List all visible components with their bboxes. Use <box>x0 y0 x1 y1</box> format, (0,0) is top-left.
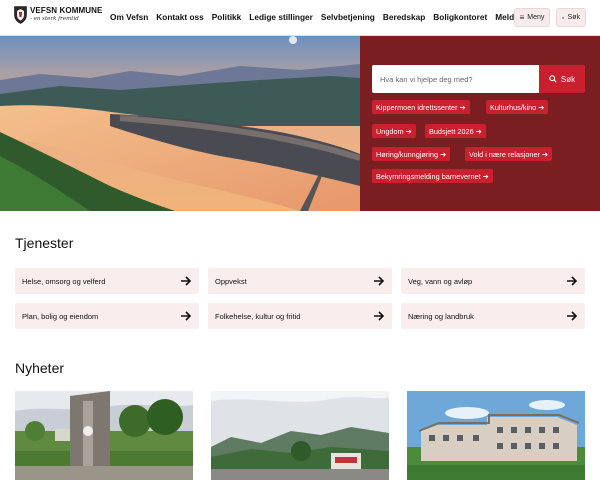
hamburger-icon: ≡ <box>519 13 525 22</box>
header-search-button[interactable]: Søk <box>556 8 586 27</box>
arrow-right-icon <box>374 311 385 321</box>
quick-link[interactable]: Høring/kunngjøring ➔ <box>372 147 451 161</box>
logo[interactable]: VEFSN KOMMUNE - en sterk fremtid <box>14 6 102 24</box>
site-header: VEFSN KOMMUNE - en sterk fremtid Om Vefs… <box>0 0 600 36</box>
nav-beredskap[interactable]: Beredskap <box>383 12 425 22</box>
services-title: Tjenester <box>15 235 74 251</box>
service-card[interactable]: Plan, bolig og eiendom <box>15 303 199 329</box>
quick-link[interactable]: Kulturhus/kino ➔ <box>486 100 549 114</box>
arrow-right-icon <box>181 311 192 321</box>
quick-link[interactable]: Bekymringsmelding barnevernet ➔ <box>372 169 493 183</box>
hero-search-input[interactable]: Hva kan vi hjelpe deg med? <box>372 65 540 93</box>
search-icon <box>549 75 557 83</box>
arrow-right-icon <box>567 311 578 321</box>
news-title: Nyheter <box>15 360 65 376</box>
nav-politikk[interactable]: Politikk <box>212 12 242 22</box>
nav-boligkontoret[interactable]: Boligkontoret <box>433 12 487 22</box>
hero: Hva kan vi hjelpe deg med? Søk Kippermoe… <box>0 36 600 211</box>
hero-image <box>0 36 360 211</box>
service-card[interactable]: Næring og landbruk <box>401 303 585 329</box>
nav-kontakt-oss[interactable]: Kontakt oss <box>156 12 203 22</box>
news-card-image[interactable] <box>211 391 389 480</box>
logo-name: VEFSN KOMMUNE <box>30 6 103 16</box>
hero-search-button-label: Søk <box>560 74 576 84</box>
hero-search-button[interactable]: Søk <box>539 65 585 93</box>
service-card[interactable]: Veg, vann og avløp <box>401 268 585 294</box>
menu-button-label: Meny <box>527 14 545 21</box>
hero-search-panel: Hva kan vi hjelpe deg med? Søk Kippermoe… <box>360 36 600 211</box>
quick-link[interactable]: Vold i nære relasjoner ➔ <box>465 147 553 161</box>
service-card[interactable]: Oppvekst <box>208 268 392 294</box>
service-card[interactable]: Helse, omsorg og velferd <box>15 268 199 294</box>
quick-link[interactable]: Ungdom ➔ <box>372 124 416 138</box>
arrow-right-icon <box>567 276 578 286</box>
arrow-right-icon <box>181 276 192 286</box>
service-card[interactable]: Folkehelse, kultur og fritid <box>208 303 392 329</box>
logo-motto: - en sterk fremtid <box>30 16 79 23</box>
quick-link[interactable]: Kippermoen idrettssenter ➔ <box>372 100 470 114</box>
news-card-image[interactable] <box>15 391 193 480</box>
quick-link[interactable]: Budsjett 2026 ➔ <box>425 124 486 138</box>
coat-of-arms-icon <box>14 6 27 24</box>
arrow-right-icon <box>374 276 385 286</box>
main-nav: Om Vefsn Kontakt oss Politikk Ledige sti… <box>110 12 541 22</box>
header-search-label: Søk <box>567 14 580 21</box>
search-icon <box>562 16 565 19</box>
nav-om-vefsn[interactable]: Om Vefsn <box>110 12 148 22</box>
news-card-image[interactable] <box>407 391 585 480</box>
nav-ledige-stillinger[interactable]: Ledige stillinger <box>249 12 313 22</box>
nav-selvbetjening[interactable]: Selvbetjening <box>321 12 375 22</box>
menu-button[interactable]: ≡ Meny <box>514 8 550 27</box>
